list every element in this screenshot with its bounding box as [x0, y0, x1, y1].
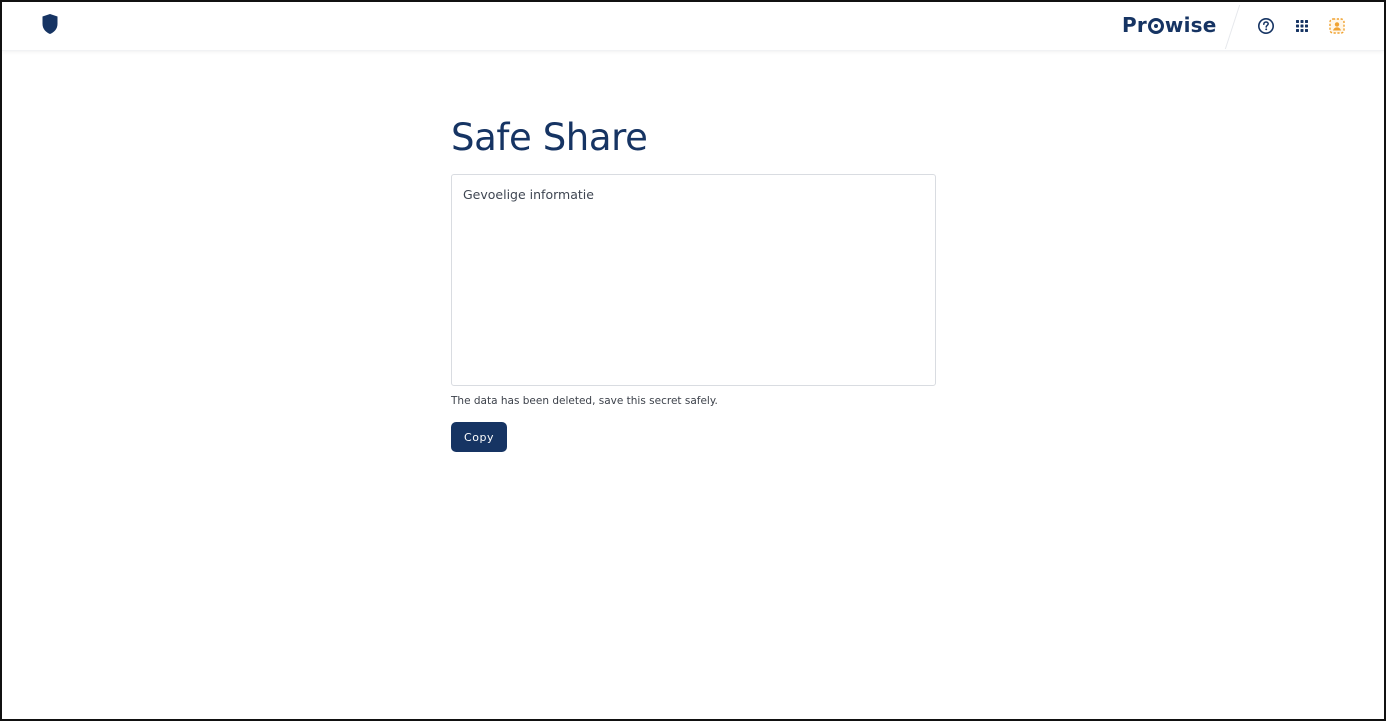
user-avatar-glyph — [1329, 18, 1345, 34]
brand-prefix: Pr — [1122, 13, 1147, 37]
help-circle-icon[interactable] — [1256, 16, 1276, 36]
brand-o-mark — [1147, 18, 1164, 34]
copy-button[interactable]: Copy — [451, 422, 507, 452]
help-glyph — [1258, 18, 1274, 34]
apps-grid-icon[interactable] — [1292, 16, 1312, 36]
page-title: Safe Share — [451, 116, 648, 159]
secret-textarea[interactable]: Gevoelige informatie — [451, 174, 936, 386]
shield-glyph — [42, 14, 58, 34]
user-avatar-icon[interactable] — [1327, 16, 1347, 36]
deleted-notice: The data has been deleted, save this sec… — [451, 395, 718, 407]
brand-suffix: wise — [1164, 13, 1217, 37]
app-window: Pr wise Safe Share Gevoelige informatie … — [0, 0, 1386, 721]
shield-icon[interactable] — [41, 13, 59, 35]
prowise-logo[interactable]: Pr wise — [1122, 11, 1217, 39]
header-divider — [1224, 5, 1241, 49]
main-content: Safe Share Gevoelige informatie The data… — [451, 110, 939, 452]
top-navigation-bar: Pr wise — [2, 2, 1384, 51]
apps-grid-glyph — [1296, 20, 1308, 32]
